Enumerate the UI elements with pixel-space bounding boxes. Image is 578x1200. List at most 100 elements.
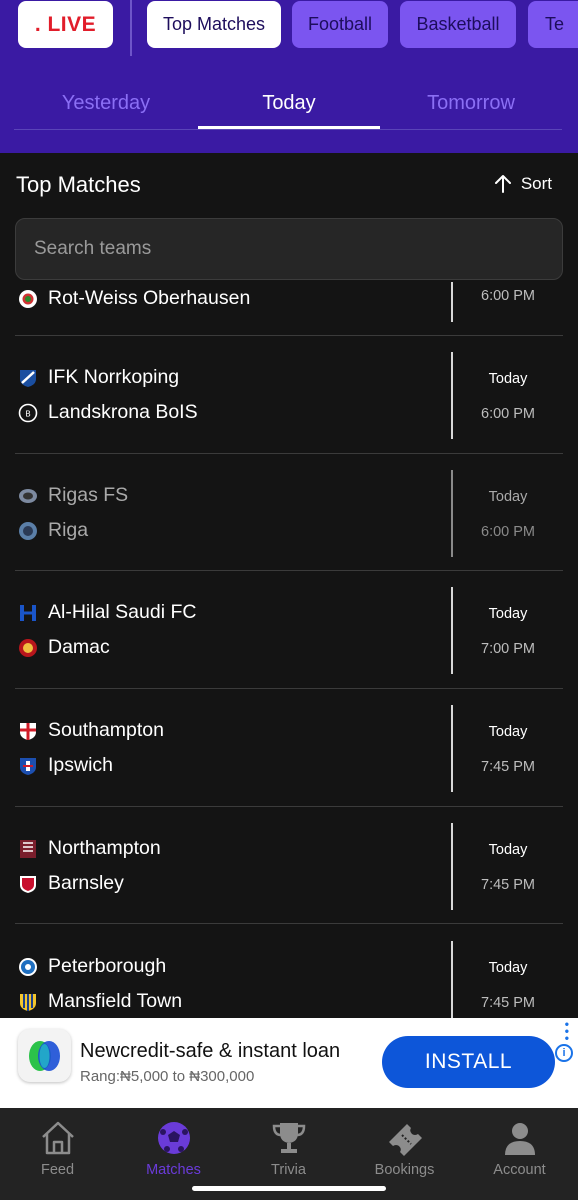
away-team: Ipswich	[18, 754, 113, 777]
tab-basketball[interactable]: Basketball	[400, 1, 516, 48]
home-team-name: Northampton	[48, 837, 161, 859]
arrow-up-icon	[494, 175, 511, 193]
nav-label: Account	[493, 1162, 546, 1178]
home-icon	[41, 1121, 74, 1155]
tab-tomorrow[interactable]: Tomorrow	[380, 76, 562, 130]
app-logo-icon	[29, 1041, 60, 1071]
row-separator	[15, 335, 563, 336]
home-team: Peterborough	[18, 955, 166, 978]
match-day: Today	[488, 842, 528, 858]
home-team-name: Rigas FS	[48, 484, 129, 506]
home-team-name: Peterborough	[48, 955, 167, 977]
away-team: B Landskrona BoIS	[18, 401, 198, 424]
team-crest-icon	[20, 369, 36, 387]
away-team: Damac	[18, 636, 110, 659]
tab-today[interactable]: Today	[198, 76, 380, 130]
match-card[interactable]: Peterborough Mansfield Town Today 7:45 P…	[0, 925, 578, 1018]
person-icon	[504, 1123, 535, 1155]
match-list[interactable]: Rot-Weiss Oberhausen 6:00 PM IFK Norrkop…	[0, 282, 578, 1018]
away-team-name: Damac	[48, 636, 110, 658]
home-team: Rigas FS	[18, 484, 128, 507]
nav-label: Trivia	[271, 1162, 306, 1178]
nav-label: Bookings	[374, 1162, 435, 1178]
sort-button[interactable]: Sort	[493, 174, 552, 194]
team-crest-icon	[19, 289, 37, 308]
svg-text:B: B	[25, 409, 31, 418]
match-day: Today	[488, 489, 528, 505]
match-day: Today	[488, 724, 528, 740]
home-team-name: Rot-Weiss Oberhausen	[48, 287, 251, 309]
row-separator	[15, 570, 563, 571]
live-button[interactable]: . LIVE	[18, 1, 113, 48]
home-indicator[interactable]	[192, 1186, 386, 1191]
install-button[interactable]: INSTALL	[382, 1036, 555, 1088]
team-crest-icon	[20, 757, 36, 775]
home-team-name: Southampton	[48, 719, 165, 741]
row-separator	[15, 923, 563, 924]
time-divider	[451, 705, 453, 792]
trophy-icon	[272, 1123, 305, 1153]
time-divider	[451, 823, 453, 910]
home-team: Rot-Weiss Oberhausen	[18, 287, 250, 310]
away-team-name: Ipswich	[48, 754, 114, 776]
nav-feed[interactable]: Feed	[0, 1118, 115, 1178]
team-crest-icon	[20, 722, 36, 740]
team-crest-icon	[19, 638, 37, 657]
home-team: IFK Norrkoping	[18, 366, 179, 389]
nav-label: Matches	[146, 1162, 201, 1178]
row-separator	[15, 688, 563, 689]
match-day: Today	[488, 371, 528, 387]
tab-top-matches[interactable]: Top Matches	[147, 1, 281, 48]
sort-label: Sort	[520, 174, 552, 193]
match-time: 6:00 PM	[481, 524, 535, 540]
away-team-name: Barnsley	[48, 872, 124, 894]
category-bar: . LIVE Top Matches Football Basketball T…	[0, 0, 578, 58]
match-card[interactable]: Rigas FS Riga Today 6:00 PM	[0, 454, 578, 571]
time-divider	[451, 352, 453, 439]
home-team-name: IFK Norrkoping	[48, 366, 180, 388]
match-time: 6:00 PM	[481, 288, 535, 304]
match-time: 7:00 PM	[481, 641, 535, 657]
away-team: Barnsley	[18, 872, 124, 895]
nav-matches[interactable]: Matches	[116, 1118, 231, 1178]
day-tabs: Yesterday Today Tomorrow	[14, 76, 562, 130]
ad-info-icon[interactable]: i	[555, 1044, 573, 1062]
tab-yesterday[interactable]: Yesterday	[14, 76, 198, 130]
more-options-icon[interactable]: • • •	[565, 1018, 569, 1044]
home-team: Northampton	[18, 837, 161, 860]
tab-football[interactable]: Football	[292, 1, 388, 48]
team-crest-icon	[19, 521, 37, 540]
away-team: Riga	[18, 519, 88, 542]
home-team-name: Al-Hilal Saudi FC	[48, 601, 197, 623]
nav-bookings[interactable]: Bookings	[347, 1118, 462, 1178]
match-card[interactable]: Rot-Weiss Oberhausen 6:00 PM	[0, 282, 578, 336]
home-team: Al-Hilal Saudi FC	[18, 601, 196, 624]
time-divider	[451, 587, 453, 674]
time-divider	[451, 470, 453, 557]
search-input[interactable]	[15, 218, 563, 280]
nav-label: Feed	[40, 1162, 75, 1178]
away-team-name: Riga	[48, 519, 89, 541]
soccer-ball-icon	[157, 1122, 190, 1154]
team-crest-icon: B	[18, 403, 38, 422]
match-card[interactable]: Northampton Barnsley Today 7:45 PM	[0, 807, 578, 924]
app-header: . LIVE Top Matches Football Basketball T…	[0, 0, 578, 153]
match-time: 7:45 PM	[481, 995, 535, 1011]
match-card[interactable]: Al-Hilal Saudi FC Damac Today 7:00 PM	[0, 572, 578, 689]
ticket-icon	[388, 1124, 422, 1156]
team-crest-icon	[19, 957, 37, 976]
ad-banner[interactable]: Newcredit-safe & instant loan Rang:₦5,00…	[0, 1018, 578, 1108]
nav-trivia[interactable]: Trivia	[231, 1118, 346, 1178]
match-card[interactable]: Southampton Ipswich Today 7:45 PM	[0, 690, 578, 807]
team-crest-icon	[20, 839, 36, 858]
match-time: 7:45 PM	[481, 877, 535, 893]
category-divider	[130, 0, 132, 56]
match-card[interactable]: IFK Norrkoping B Landskrona BoIS Today 6…	[0, 337, 578, 454]
tab-tennis[interactable]: Te	[528, 1, 578, 48]
nav-account[interactable]: Account	[462, 1118, 577, 1178]
team-crest-icon	[20, 604, 36, 621]
section-title: Top Matches	[16, 172, 141, 197]
ad-app-icon	[18, 1029, 71, 1082]
team-crest-icon	[20, 993, 36, 1011]
match-day: Today	[488, 960, 528, 976]
